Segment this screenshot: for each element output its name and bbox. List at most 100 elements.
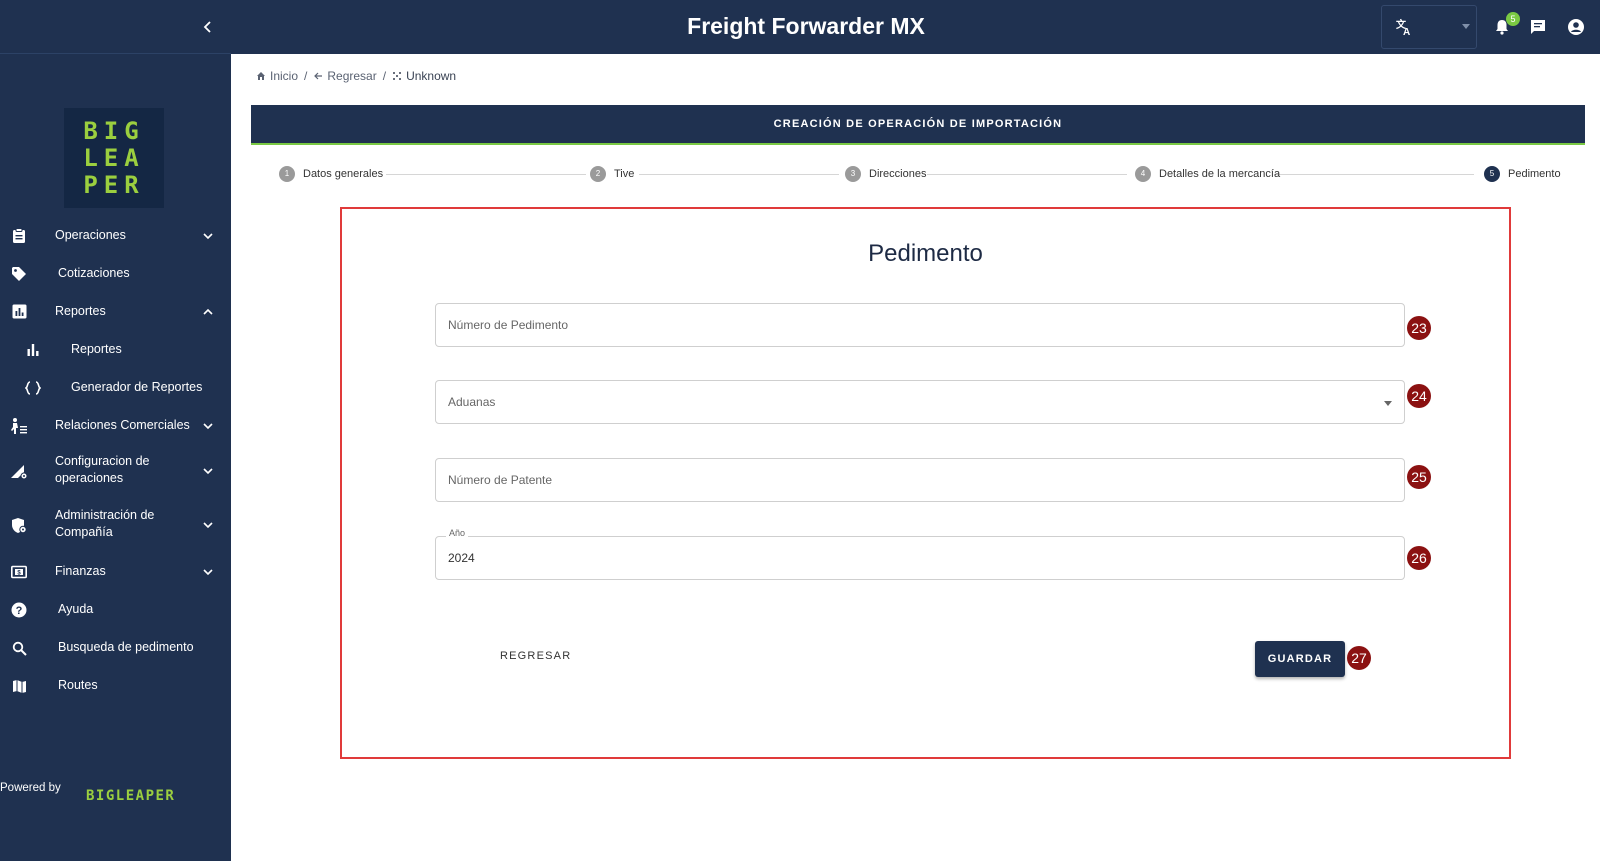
step-number: 1 — [279, 166, 295, 182]
chat-icon[interactable] — [1529, 18, 1549, 38]
person-list-icon — [10, 417, 28, 435]
sidebar-item-label: Operaciones — [55, 228, 126, 242]
numero-pedimento-input[interactable]: Número de Pedimento — [435, 303, 1405, 347]
powered-by-text: Powered by — [0, 782, 61, 794]
logo-line-1: BIG — [83, 116, 145, 145]
sidebar-item-label: Relaciones Comerciales — [55, 418, 190, 432]
breadcrumb-label: Regresar — [327, 69, 377, 83]
money-icon: $ — [10, 563, 28, 581]
step-connector — [639, 174, 839, 175]
sidebar-subitem-reportes[interactable]: Reportes — [0, 332, 231, 368]
sidebar-item-reportes[interactable]: Reportes — [0, 294, 231, 330]
clipboard-icon — [10, 227, 28, 245]
guardar-button[interactable]: GUARDAR — [1255, 641, 1345, 677]
sidebar-item-label: Routes — [58, 678, 98, 692]
sidebar-item-label-line1: Administración de — [55, 508, 155, 522]
breadcrumb-current: Unknown — [392, 69, 456, 83]
aduanas-select[interactable]: Aduanas — [435, 380, 1405, 424]
language-selector[interactable]: 文A — [1381, 5, 1477, 49]
braces-icon — [24, 379, 42, 397]
breadcrumb-separator: / — [382, 69, 387, 83]
sidebar-item-cotizaciones[interactable]: Cotizaciones — [0, 256, 231, 292]
field-label: Año — [446, 528, 469, 538]
sidebar-item-routes[interactable]: Routes — [0, 668, 231, 704]
breadcrumb-separator: / — [304, 69, 308, 83]
settings-tool-icon — [10, 462, 28, 480]
step-label: Direcciones — [869, 168, 927, 180]
annotation-marker: 26 — [1407, 546, 1431, 570]
sidebar: BIG LEA PER Operaciones Cotizaciones Rep… — [0, 0, 231, 861]
step-tive[interactable]: 2 Tive — [590, 166, 634, 182]
sidebar-item-label-line2: Compañía — [55, 525, 113, 539]
breadcrumb-inicio[interactable]: Inicio — [256, 69, 298, 83]
step-connector — [927, 174, 1127, 175]
collapse-sidebar-button[interactable] — [199, 17, 217, 37]
sidebar-item-label: Ayuda — [58, 602, 94, 616]
step-label: Datos generales — [303, 168, 384, 180]
admin-shield-icon — [10, 516, 28, 534]
sidebar-top — [0, 0, 231, 54]
breadcrumb-regresar[interactable]: Regresar — [313, 69, 377, 83]
tag-icon — [10, 265, 28, 283]
field-value: 2024 — [448, 551, 475, 565]
sidebar-item-label: Cotizaciones — [58, 266, 130, 280]
dots-icon — [393, 72, 402, 80]
biglaeper-logo: BIG LEA PER — [64, 108, 164, 208]
annotation-marker: 25 — [1407, 465, 1431, 489]
breadcrumb: Inicio / Regresar / Unknown — [256, 69, 456, 83]
app-title: Freight Forwarder MX — [687, 13, 925, 39]
step-pedimento[interactable]: 5 Pedimento — [1484, 166, 1561, 182]
chevron-left-icon — [203, 21, 211, 33]
step-datos-generales[interactable]: 1 Datos generales — [279, 166, 383, 182]
arrow-left-icon — [314, 72, 323, 80]
numero-patente-input[interactable]: Número de Patente — [435, 458, 1405, 502]
sidebar-item-administracion-compania[interactable]: Administración de Compañía — [0, 500, 231, 550]
step-number: 5 — [1484, 166, 1500, 182]
breadcrumb-label: Inicio — [270, 69, 299, 83]
chevron-down-icon — [203, 468, 213, 475]
top-header: Freight Forwarder MX 文A 5 — [231, 0, 1600, 54]
dropdown-caret-icon — [1462, 24, 1470, 29]
regresar-button[interactable]: REGRESAR — [500, 650, 571, 662]
field-placeholder: Número de Patente — [448, 473, 553, 487]
logo-line-2: LEA — [83, 143, 145, 172]
home-icon — [257, 72, 265, 80]
sidebar-item-busqueda-pedimento[interactable]: Busqueda de pedimento — [0, 630, 231, 666]
field-placeholder: Número de Pedimento — [448, 318, 569, 332]
step-label: Tive — [614, 168, 635, 180]
step-label: Detalles de la mercancía — [1159, 168, 1281, 180]
account-icon[interactable] — [1567, 18, 1587, 38]
dropdown-caret-icon — [1384, 401, 1392, 406]
step-label: Pedimento — [1508, 168, 1561, 180]
sidebar-item-label-line2: operaciones — [55, 471, 124, 485]
annotation-marker: 27 — [1347, 646, 1371, 670]
anio-input[interactable]: Año 2024 — [435, 528, 1405, 580]
sidebar-item-finanzas[interactable]: $ Finanzas — [0, 554, 231, 590]
step-number: 2 — [590, 166, 606, 182]
step-direcciones[interactable]: 3 Direcciones — [845, 166, 926, 182]
sidebar-subitem-generador-reportes[interactable]: Generador de Reportes — [0, 370, 231, 406]
step-connector — [386, 174, 586, 175]
step-detalles-mercancia[interactable]: 4 Detalles de la mercancía — [1135, 166, 1280, 182]
powered-by-logo: BIGLEAPER — [86, 788, 176, 804]
map-icon — [10, 677, 28, 695]
translate-icon: 文A — [1396, 18, 1414, 41]
sidebar-item-ayuda[interactable]: ? Ayuda — [0, 592, 231, 628]
field-placeholder: Aduanas — [448, 395, 496, 409]
sidebar-item-label: Busqueda de pedimento — [58, 640, 194, 654]
help-icon: ? — [10, 601, 28, 619]
chevron-down-icon — [203, 233, 213, 240]
logo-line-3: PER — [83, 170, 145, 199]
sidebar-item-operaciones[interactable]: Operaciones — [0, 218, 231, 254]
step-number: 3 — [845, 166, 861, 182]
chevron-down-icon — [203, 569, 213, 576]
annotation-marker: 24 — [1407, 384, 1431, 408]
notification-badge: 5 — [1506, 12, 1520, 26]
chevron-down-icon — [203, 423, 213, 430]
breadcrumb-label: Unknown — [406, 69, 457, 83]
svg-text:?: ? — [16, 605, 23, 617]
sidebar-item-label-line1: Configuracion de — [55, 454, 150, 468]
sidebar-item-relaciones-comerciales[interactable]: Relaciones Comerciales — [0, 408, 231, 444]
pedimento-form-panel: Pedimento Número de Pedimento 23 Aduanas… — [340, 207, 1511, 759]
sidebar-item-configuracion-operaciones[interactable]: Configuracion de operaciones — [0, 446, 231, 496]
